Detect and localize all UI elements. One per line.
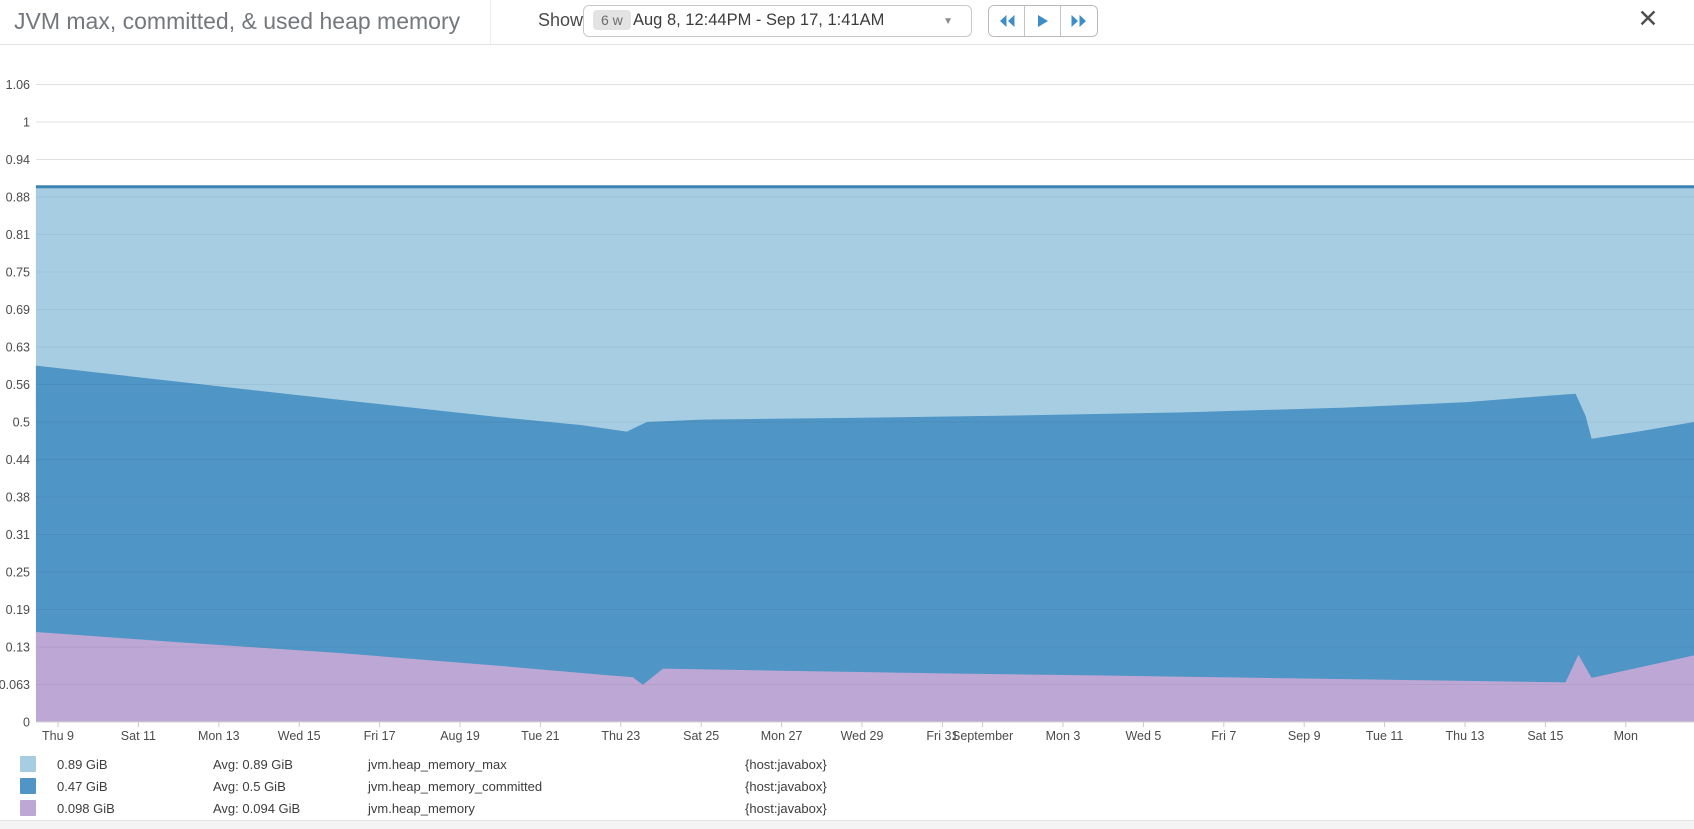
x-axis-label: Wed 15 <box>278 729 321 743</box>
y-axis-label: 0.25 <box>6 566 30 580</box>
legend-current-value: 0.89 GiB <box>57 757 108 772</box>
y-axis-label: 0.56 <box>6 378 30 392</box>
legend-metric-name[interactable]: jvm.heap_memory_committed <box>368 779 542 794</box>
y-axis-label: 0.44 <box>6 453 30 467</box>
legend-color-swatch[interactable] <box>20 800 36 816</box>
legend-color-swatch[interactable] <box>20 756 36 772</box>
y-axis-label: 0 <box>23 716 30 730</box>
chart-title: JVM max, committed, & used heap memory <box>14 8 460 35</box>
x-axis-label: Thu 23 <box>601 729 640 743</box>
timeframe-select[interactable]: 6 w Aug 8, 12:44PM - Sep 17, 1:41AM ▼ <box>583 5 972 37</box>
legend-color-swatch[interactable] <box>20 778 36 794</box>
close-button[interactable]: ✕ <box>1632 3 1664 35</box>
legend-avg-value: Avg: 0.5 GiB <box>213 779 286 794</box>
x-axis-label: Thu 9 <box>42 729 74 743</box>
x-axis-label: Fri 17 <box>364 729 396 743</box>
x-axis-label: Mon <box>1614 729 1638 743</box>
y-axis-label: 0.94 <box>6 153 30 167</box>
timeframe-range-text: Aug 8, 12:44PM - Sep 17, 1:41AM <box>633 11 884 30</box>
x-axis-label: Tue 11 <box>1366 729 1404 743</box>
y-axis-label: 0.063 <box>0 678 30 692</box>
y-axis-label: 1.06 <box>6 78 30 92</box>
x-axis-label: Sat 11 <box>121 729 156 743</box>
legend-current-value: 0.098 GiB <box>57 801 115 816</box>
legend-row-heap-memory-committed[interactable]: 0.47 GiB Avg: 0.5 GiB jvm.heap_memory_co… <box>0 775 1694 797</box>
y-axis-label: 0.81 <box>6 228 30 242</box>
heap-memory-widget: JVM max, committed, & used heap memory S… <box>0 0 1694 829</box>
show-label: Show <box>538 10 583 31</box>
timeframe-badge: 6 w <box>593 10 631 30</box>
x-axis-label: Mon 3 <box>1046 729 1081 743</box>
x-axis-label: Mon 13 <box>198 729 240 743</box>
x-axis-label: Thu 13 <box>1446 729 1485 743</box>
x-axis-label: Wed 5 <box>1125 729 1161 743</box>
y-axis-label: 0.38 <box>6 491 30 505</box>
x-axis-label: Sep 9 <box>1288 729 1321 743</box>
y-axis-label: 0.88 <box>6 191 30 205</box>
x-axis-label: Aug 19 <box>440 729 480 743</box>
legend-current-value: 0.47 GiB <box>57 779 108 794</box>
legend-scope-tag: {host:javabox} <box>745 801 827 816</box>
legend-row-heap-memory-max[interactable]: 0.89 GiB Avg: 0.89 GiB jvm.heap_memory_m… <box>0 753 1694 775</box>
nav-back-button[interactable] <box>989 6 1025 36</box>
legend-scope-tag: {host:javabox} <box>745 779 827 794</box>
chevron-down-icon: ▼ <box>943 16 953 27</box>
nav-forward-button[interactable] <box>1061 6 1097 36</box>
skip-forward-icon <box>1070 14 1088 28</box>
legend-avg-value: Avg: 0.094 GiB <box>213 801 300 816</box>
panel-bottom-edge <box>0 820 1694 829</box>
y-axis-label: 0.19 <box>6 603 30 617</box>
x-axis-label: Tue 21 <box>521 729 560 743</box>
play-icon <box>1036 14 1050 28</box>
x-axis-label: Sat 15 <box>1527 729 1563 743</box>
skip-back-icon <box>998 14 1016 28</box>
legend-avg-value: Avg: 0.89 GiB <box>213 757 293 772</box>
legend-row-heap-memory[interactable]: 0.098 GiB Avg: 0.094 GiB jvm.heap_memory… <box>0 797 1694 819</box>
x-axis-label: September <box>952 729 1013 743</box>
legend-metric-name[interactable]: jvm.heap_memory_max <box>368 757 507 772</box>
legend-metric-name[interactable]: jvm.heap_memory <box>368 801 475 816</box>
y-axis-label: 0.5 <box>13 416 30 430</box>
y-axis-label: 0.63 <box>6 341 30 355</box>
y-axis-label: 0.69 <box>6 303 30 317</box>
nav-play-button[interactable] <box>1025 6 1061 36</box>
legend-scope-tag: {host:javabox} <box>745 757 827 772</box>
x-axis-label: Sat 25 <box>683 729 719 743</box>
y-axis-label: 0.13 <box>6 641 30 655</box>
y-axis-label: 0.75 <box>6 266 30 280</box>
x-axis-label: Mon 27 <box>761 729 803 743</box>
widget-header: JVM max, committed, & used heap memory S… <box>0 0 1694 45</box>
close-icon: ✕ <box>1638 5 1659 33</box>
time-nav-group <box>988 5 1098 37</box>
x-axis-label: Fri 7 <box>1211 729 1236 743</box>
header-divider <box>490 0 491 44</box>
y-axis-label: 0.31 <box>6 528 30 542</box>
heap-memory-chart[interactable]: 0 0.063 0.13 0.19 0.25 0.31 0.38 0.44 0.5 0.56 0.6… <box>0 45 1694 745</box>
y-axis-label: 1 <box>23 116 30 130</box>
x-axis-label: Wed 29 <box>841 729 884 743</box>
